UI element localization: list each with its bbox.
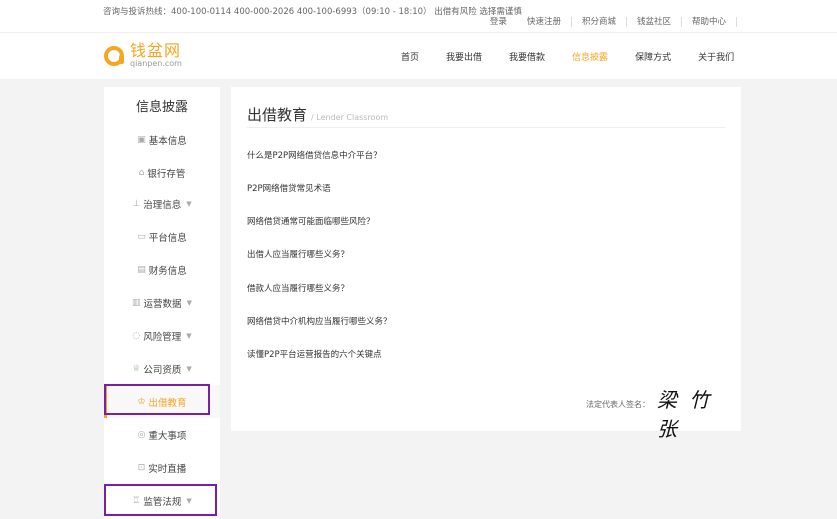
legal-rep-signature: 梁 竹 张	[657, 388, 713, 441]
shield-icon: ◌	[132, 330, 141, 341]
sidebar-title: 信息披露	[135, 100, 188, 115]
chevron-down-icon: ▼	[186, 199, 192, 208]
register-link[interactable]: 快速注册	[517, 17, 572, 27]
logo-domain: qianpen.com	[130, 59, 182, 68]
chart-icon: ▤	[137, 264, 146, 275]
live-icon: ⊡	[137, 462, 146, 473]
article-link[interactable]: 网络借贷通常可能面临哪些风险？	[247, 215, 375, 227]
org-icon: ⊥	[132, 198, 141, 209]
award-icon: ♕	[132, 363, 141, 374]
sidebar-item-live[interactable]: ⊡ 实时直播	[104, 451, 220, 484]
top-bar: 咨询与投诉热线：400-100-0114 400-000-2026 400-10…	[0, 0, 837, 32]
signature-label: 法定代表人签名：	[586, 400, 650, 409]
main-nav: 首页 我要出借 我要借款 信息披露 保障方式 关于我们	[401, 50, 761, 63]
chevron-down-icon: ▼	[186, 298, 192, 307]
sidebar-item-label: 重大事项	[148, 430, 187, 442]
sidebar-item-label: 基本信息	[148, 135, 187, 147]
article-link[interactable]: 出借人应当履行哪些义务？	[247, 248, 349, 260]
highlight-box	[104, 484, 217, 516]
top-links: 登录 快速注册 积分商城 钱盆社区 帮助中心	[490, 17, 737, 27]
sidebar-item-risk[interactable]: ◌ 风险管理 ▼	[104, 319, 220, 352]
chevron-down-icon: ▼	[186, 364, 192, 373]
sidebar-item-bank-custody[interactable]: ⌂ 银行存管	[104, 156, 220, 189]
sidebar-item-basic-info[interactable]: ▣ 基本信息	[104, 123, 220, 156]
sidebar-item-label: 治理信息	[143, 199, 182, 211]
help-center-link[interactable]: 帮助中心	[682, 17, 737, 27]
logo-name: 钱盆网	[130, 41, 182, 60]
nav-protection[interactable]: 保障方式	[635, 50, 671, 63]
sidebar-item-qualification[interactable]: ♕ 公司资质 ▼	[104, 352, 220, 385]
article-link[interactable]: 网络借贷中介机构应当履行哪些义务？	[247, 315, 392, 327]
sidebar-item-label: 实时直播	[148, 463, 187, 475]
community-link[interactable]: 钱盆社区	[627, 17, 682, 27]
main-navbar: 钱盆网 qianpen.com 首页 我要出借 我要借款 信息披露 保障方式 关…	[0, 32, 837, 79]
hotline-text: 咨询与投诉热线：400-100-0114 400-000-2026 400-10…	[103, 7, 522, 17]
nav-lend[interactable]: 我要出借	[446, 50, 482, 63]
logo-icon	[104, 46, 124, 66]
sidebar-item-major-events[interactable]: ◎ 重大事项	[104, 418, 220, 451]
article-link[interactable]: P2P网络借贷常见术语	[247, 182, 331, 194]
page-title: 出借教育 / Lender Classroom	[247, 104, 388, 125]
data-icon: ▥	[132, 297, 141, 308]
highlight-box	[104, 384, 210, 415]
sidebar-item-finance[interactable]: ▤ 财务信息	[104, 253, 220, 286]
sidebar-item-label: 公司资质	[143, 364, 182, 376]
sidebar-item-platform-info[interactable]: ▭ 平台信息	[104, 220, 220, 253]
sidebar-item-governance[interactable]: ⊥ 治理信息 ▼	[104, 187, 220, 220]
sidebar-item-label: 运营数据	[143, 298, 182, 310]
bank-icon: ⌂	[138, 167, 145, 178]
page-title-text: 出借教育	[247, 106, 308, 124]
bell-icon: ◎	[137, 429, 146, 440]
building-icon: ▣	[137, 134, 146, 145]
article-link[interactable]: 借款人应当履行哪些义务？	[247, 282, 349, 294]
sidebar-item-label: 财务信息	[148, 265, 187, 277]
sidebar-item-label: 风险管理	[143, 331, 182, 343]
article-link[interactable]: 读懂P2P平台运营报告的六个关键点	[247, 348, 382, 360]
title-divider	[247, 127, 725, 128]
sidebar: 信息披露 ▣ 基本信息 ⌂ 银行存管 ⊥ 治理信息 ▼ ▭ 平台信息 ▤ 财务信…	[104, 87, 220, 519]
sidebar-item-operations[interactable]: ▥ 运营数据 ▼	[104, 286, 220, 319]
chevron-down-icon: ▼	[186, 331, 192, 340]
nav-home[interactable]: 首页	[401, 50, 419, 63]
content-panel: 出借教育 / Lender Classroom 什么是P2P网络借贷信息中介平台？…	[231, 87, 741, 441]
monitor-icon: ▭	[137, 231, 146, 242]
article-link[interactable]: 什么是P2P网络借贷信息中介平台？	[247, 149, 382, 161]
sidebar-item-label: 银行存管	[147, 168, 186, 180]
nav-about[interactable]: 关于我们	[698, 50, 734, 63]
login-link[interactable]: 登录	[490, 17, 517, 27]
page-subtitle: / Lender Classroom	[311, 113, 389, 122]
logo[interactable]: 钱盆网 qianpen.com	[104, 43, 182, 69]
nav-borrow[interactable]: 我要借款	[509, 50, 545, 63]
points-mall-link[interactable]: 积分商城	[572, 17, 627, 27]
sidebar-item-label: 平台信息	[148, 232, 187, 244]
nav-disclosure[interactable]: 信息披露	[572, 50, 608, 63]
